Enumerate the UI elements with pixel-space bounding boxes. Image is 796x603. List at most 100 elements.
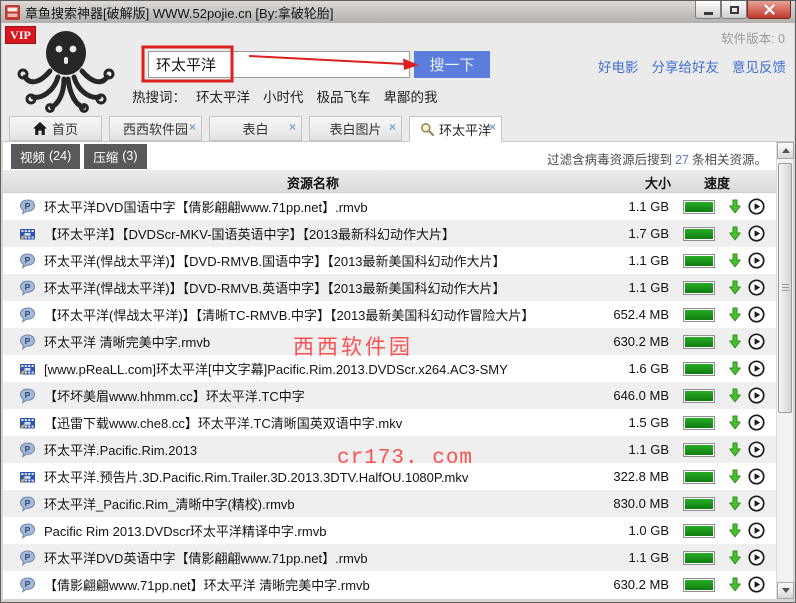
- speed-bar: [683, 253, 715, 268]
- filter-button[interactable]: 压缩 (3): [84, 143, 147, 169]
- play-icon[interactable]: [748, 279, 765, 296]
- tab-close-icon[interactable]: ×: [189, 121, 196, 133]
- header-link[interactable]: 意见反馈: [732, 56, 786, 76]
- download-icon[interactable]: [729, 469, 741, 484]
- scroll-down-icon: [781, 588, 790, 593]
- speed-bar-fill: [685, 228, 713, 239]
- tab[interactable]: 西西软件园 ×: [109, 116, 202, 141]
- result-row[interactable]: 【迅雷下载www.che8.cc】环太平洋.TC清晰国英双语中字.mkv 1.5…: [3, 409, 776, 436]
- result-row[interactable]: P 环太平洋_Pacific.Rim_清晰中字(精校).rmvb 830.0 M…: [3, 490, 776, 517]
- resource-name: 【环太平洋】【DVDScr-MKV-国语英语中字】【2013最新科幻动作大片】: [44, 227, 455, 242]
- result-row[interactable]: P 环太平洋.Pacific.Rim.2013 1.1 GB: [3, 436, 776, 463]
- film-icon: [19, 469, 36, 485]
- minimize-button[interactable]: [695, 1, 721, 19]
- resource-name: [www.pReaLL.com]环太平洋[中文字幕]Pacific.Rim.20…: [44, 362, 508, 377]
- result-row[interactable]: 环太平洋.预告片.3D.Pacific.Rim.Trailer.3D.2013.…: [3, 463, 776, 490]
- resource-name: 环太平洋.预告片.3D.Pacific.Rim.Trailer.3D.2013.…: [44, 470, 469, 485]
- resource-name: 环太平洋DVD国语中字【倩影翩翩www.71pp.net】.rmvb: [44, 200, 368, 215]
- qvod-player-icon: P: [19, 333, 36, 350]
- titlebar[interactable]: 章鱼搜索神器[破解版] WWW.52pojie.cn [By:拿破轮胎]: [1, 1, 795, 23]
- filter-button[interactable]: 视频 (24): [11, 143, 81, 169]
- scrollbar-thumb[interactable]: [778, 163, 792, 413]
- hot-word[interactable]: 卑鄙的我: [384, 90, 438, 105]
- scroll-down-button[interactable]: [777, 582, 794, 599]
- download-icon[interactable]: [729, 361, 741, 376]
- result-count: 27: [675, 153, 689, 167]
- tab-label: 西西软件园: [122, 122, 188, 137]
- result-row[interactable]: P 环太平洋(悍战太平洋)】【DVD-RMVB.国语中字】【2013最新美国科幻…: [3, 247, 776, 274]
- play-icon[interactable]: [748, 549, 765, 566]
- svg-text:P: P: [25, 335, 31, 345]
- result-row[interactable]: P 环太平洋(悍战太平洋)】【DVD-RMVB.英语中字】【2013最新美国科幻…: [3, 274, 776, 301]
- close-button[interactable]: [747, 1, 791, 19]
- resource-name: 【环太平洋(悍战太平洋)】【清晰TC-RMVB.中字】【2013最新美国科幻动作…: [44, 308, 535, 323]
- play-icon[interactable]: [748, 522, 765, 539]
- hot-word[interactable]: 环太平洋: [196, 90, 250, 105]
- result-row[interactable]: P 【坏坏美眉www.hhmm.cc】环太平洋.TC中字 646.0 MB: [3, 382, 776, 409]
- play-icon[interactable]: [748, 414, 765, 431]
- play-icon[interactable]: [748, 252, 765, 269]
- scrollbar[interactable]: [776, 142, 794, 599]
- hot-word[interactable]: 小时代: [263, 90, 304, 105]
- result-row[interactable]: [www.pReaLL.com]环太平洋[中文字幕]Pacific.Rim.20…: [3, 355, 776, 382]
- hot-word[interactable]: 极品飞车: [317, 90, 371, 105]
- download-icon[interactable]: [729, 496, 741, 511]
- result-row[interactable]: P 【环太平洋(悍战太平洋)】【清晰TC-RMVB.中字】【2013最新美国科幻…: [3, 301, 776, 328]
- result-row[interactable]: P 环太平洋 清晰完美中字.rmvb 630.2 MB: [3, 328, 776, 355]
- result-info-suffix: 条相关资源。: [691, 153, 767, 167]
- result-row[interactable]: 【环太平洋】【DVDScr-MKV-国语英语中字】【2013最新科幻动作大片】 …: [3, 220, 776, 247]
- play-icon[interactable]: [748, 360, 765, 377]
- download-icon[interactable]: [729, 442, 741, 457]
- tab[interactable]: 表白 ×: [209, 116, 302, 141]
- tab-close-icon[interactable]: ×: [389, 121, 396, 133]
- tab-close-icon[interactable]: ×: [289, 121, 296, 133]
- column-header-name: 资源名称: [286, 176, 339, 191]
- qvod-player-icon: P: [19, 522, 36, 539]
- download-icon[interactable]: [729, 523, 741, 538]
- download-icon[interactable]: [729, 253, 741, 268]
- search-button[interactable]: 搜一下: [414, 51, 490, 78]
- result-row[interactable]: P 环太平洋DVD英语中字【倩影翩翩www.71pp.net】.rmvb 1.1…: [3, 544, 776, 571]
- header-link[interactable]: 分享给好友: [652, 56, 720, 76]
- maximize-button[interactable]: [721, 1, 747, 19]
- speed-bar: [683, 469, 715, 484]
- download-icon[interactable]: [729, 334, 741, 349]
- play-icon[interactable]: [748, 468, 765, 485]
- download-icon[interactable]: [729, 415, 741, 430]
- result-row[interactable]: P Pacific Rim 2013.DVDscr环太平洋精译中字.rmvb 1…: [3, 517, 776, 544]
- result-row[interactable]: P 【倩影翩翩www.71pp.net】环太平洋 清晰完美中字.rmvb 630…: [3, 571, 776, 598]
- tab[interactable]: 首页: [9, 116, 102, 141]
- play-icon[interactable]: [748, 198, 765, 215]
- search-input[interactable]: [148, 51, 410, 78]
- svg-text:P: P: [25, 443, 31, 453]
- play-icon[interactable]: [748, 306, 765, 323]
- result-row[interactable]: P 环太平洋DVD国语中字【倩影翩翩www.71pp.net】.rmvb 1.1…: [3, 193, 776, 220]
- filter-label: 视频: [20, 150, 46, 165]
- search-icon: [420, 122, 434, 136]
- speed-bar-fill: [685, 309, 713, 320]
- qvod-player-icon: P: [19, 495, 36, 512]
- tab[interactable]: 环太平洋 ×: [409, 116, 502, 142]
- download-icon[interactable]: [729, 388, 741, 403]
- download-icon[interactable]: [729, 550, 741, 565]
- play-icon[interactable]: [748, 441, 765, 458]
- download-icon[interactable]: [729, 280, 741, 295]
- speed-bar-fill: [685, 444, 713, 455]
- tab[interactable]: 表白图片 ×: [309, 116, 402, 141]
- tab-close-icon[interactable]: ×: [489, 121, 496, 133]
- download-icon[interactable]: [729, 226, 741, 241]
- play-icon[interactable]: [748, 495, 765, 512]
- octopus-logo: [14, 27, 118, 118]
- tab-label: 表白: [242, 122, 269, 137]
- download-icon[interactable]: [729, 577, 741, 592]
- download-icon[interactable]: [729, 199, 741, 214]
- play-icon[interactable]: [748, 333, 765, 350]
- download-icon[interactable]: [729, 307, 741, 322]
- play-icon[interactable]: [748, 576, 765, 593]
- scroll-up-button[interactable]: [777, 142, 794, 159]
- speed-bar-fill: [685, 363, 713, 374]
- play-icon[interactable]: [748, 387, 765, 404]
- speed-bar: [683, 577, 715, 592]
- play-icon[interactable]: [748, 225, 765, 242]
- header-link[interactable]: 好电影: [598, 56, 639, 76]
